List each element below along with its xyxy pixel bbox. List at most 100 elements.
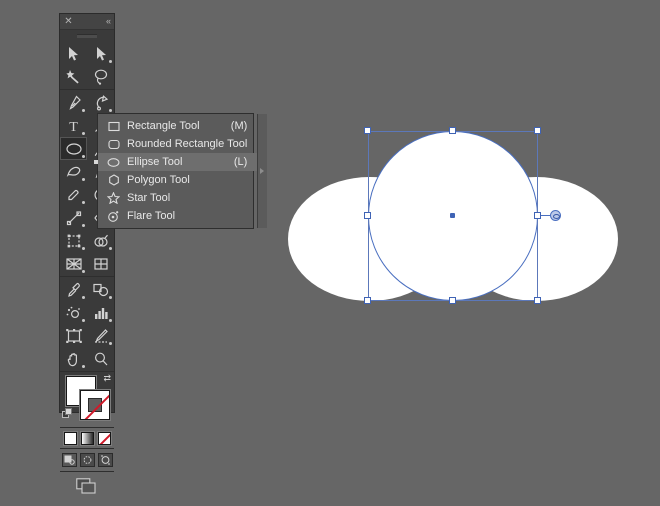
tool-row <box>60 229 114 252</box>
tool-ellipse[interactable] <box>60 137 87 160</box>
tool-row <box>60 42 114 65</box>
collapse-panel-icon[interactable]: « <box>106 15 111 28</box>
symbol-sprayer-tool-icon <box>66 306 80 318</box>
flyout-indicator <box>82 270 85 273</box>
tool-curvature[interactable] <box>87 91 114 114</box>
color-button[interactable] <box>63 432 77 445</box>
tool-direct-selection[interactable] <box>87 42 114 65</box>
tool-eyedropper[interactable] <box>60 278 87 301</box>
handle-middle-right[interactable] <box>534 212 541 219</box>
magic-wand-tool-icon <box>65 69 79 84</box>
flyout-item-label: Rounded Rectangle Tool <box>127 138 248 150</box>
shape-builder-tool-icon <box>93 234 108 247</box>
shape-tools-flyout[interactable]: Rectangle Tool (M) Rounded Rectangle Too… <box>94 113 268 229</box>
tool-slice[interactable] <box>87 324 114 347</box>
tool-row <box>60 65 114 88</box>
flyout-item-label: Ellipse Tool <box>127 156 183 168</box>
draw-inside-button[interactable] <box>97 453 113 467</box>
flyout-tear-off-strip[interactable] <box>257 114 268 228</box>
tool-lasso[interactable] <box>87 65 114 88</box>
handle-bottom-center[interactable] <box>449 297 456 304</box>
flyout-indicator <box>109 247 112 250</box>
tool-magic-wand[interactable] <box>60 65 87 88</box>
ellipse-resize-cursor <box>541 210 563 222</box>
curvature-tool-icon <box>96 94 108 111</box>
swap-fill-stroke-icon[interactable]: ⇄ <box>103 374 111 383</box>
none-button[interactable] <box>97 432 111 445</box>
draw-normal-icon <box>64 455 75 465</box>
flyout-indicator <box>109 296 112 299</box>
svg-text:T: T <box>69 120 78 134</box>
column-graph-tool-icon <box>94 307 108 319</box>
tool-perspective-grid[interactable] <box>60 252 87 275</box>
flyout-indicator <box>82 319 85 322</box>
handle-bottom-right[interactable] <box>534 297 541 304</box>
panel-drag-grip[interactable] <box>60 30 114 41</box>
flyout-indicator <box>82 296 85 299</box>
tool-zoom[interactable] <box>87 347 114 370</box>
tool-blend[interactable] <box>87 278 114 301</box>
star-icon <box>106 191 121 205</box>
close-icon[interactable]: ✕ <box>63 16 74 27</box>
flyout-item-star-tool[interactable]: Star Tool <box>98 189 257 207</box>
hand-tool-icon <box>67 352 77 366</box>
tool-eraser[interactable] <box>60 183 87 206</box>
draw-mode-buttons <box>60 449 114 472</box>
flyout-indicator <box>82 109 85 112</box>
draw-normal-button[interactable] <box>61 453 77 467</box>
tool-symbol-sprayer[interactable] <box>60 301 87 324</box>
flyout-indicator <box>82 132 85 135</box>
tool-artboard[interactable] <box>60 324 87 347</box>
tool-selection[interactable] <box>60 42 87 65</box>
default-fill-stroke-icon[interactable] <box>62 408 73 419</box>
tool-column-graph[interactable] <box>87 301 114 324</box>
flyout-item-ellipse-tool[interactable]: Ellipse Tool (L) <box>94 153 258 171</box>
change-screen-mode-button[interactable] <box>76 478 98 500</box>
handle-top-left[interactable] <box>364 127 371 134</box>
tool-shaper[interactable] <box>60 160 87 183</box>
flyout-item-shortcut: (M) <box>230 120 248 132</box>
flyout-item-flare-tool[interactable]: Flare Tool <box>98 207 257 225</box>
flyout-indicator <box>109 109 112 112</box>
flyout-indicator <box>109 60 112 63</box>
draw-behind-button[interactable] <box>79 453 95 467</box>
flyout-item-label: Rectangle Tool <box>127 120 200 132</box>
flyout-indicator <box>109 342 112 345</box>
type-tool-icon: T <box>69 120 78 134</box>
tools-panel-header[interactable]: ✕ « <box>60 14 114 30</box>
handle-middle-left[interactable] <box>364 212 371 219</box>
flyout-item-rounded-rectangle-tool[interactable]: Rounded Rectangle Tool <box>98 135 257 153</box>
shaper-tool-icon <box>66 166 80 177</box>
flyout-indicator <box>82 201 85 204</box>
tool-shape-builder[interactable] <box>87 229 114 252</box>
tool-pen[interactable] <box>60 91 87 114</box>
tool-row <box>60 278 114 301</box>
tool-mesh[interactable] <box>87 252 114 275</box>
stroke-swatch[interactable] <box>80 390 110 420</box>
flyout-indicator <box>82 247 85 250</box>
tool-row <box>60 347 114 370</box>
handle-top-center[interactable] <box>449 127 456 134</box>
direct-selection-tool-icon <box>97 46 106 60</box>
paint-mode-buttons <box>60 428 114 449</box>
tool-free-transform[interactable] <box>60 229 87 252</box>
flyout-item-label: Flare Tool <box>127 210 176 222</box>
current-tool-marker <box>94 160 98 164</box>
tool-row <box>60 252 114 275</box>
flyout-indicator <box>82 178 85 181</box>
flyout-item-polygon-tool[interactable]: Polygon Tool <box>98 171 257 189</box>
illustrator-window: ✕ « T ⇄ Rectangle Tool (M) Rounded Recta… <box>0 0 660 506</box>
flare-icon <box>106 209 121 223</box>
screen-mode-area <box>60 472 114 506</box>
handle-top-right[interactable] <box>534 127 541 134</box>
flyout-item-rectangle-tool[interactable]: Rectangle Tool (M) <box>98 117 257 135</box>
change-screen-mode-icon <box>76 478 96 494</box>
tool-type[interactable]: T <box>60 114 87 137</box>
gradient-button[interactable] <box>80 432 94 445</box>
handle-bottom-left[interactable] <box>364 297 371 304</box>
tool-hand[interactable] <box>60 347 87 370</box>
tool-scale[interactable] <box>60 206 87 229</box>
flyout-item-list: Rectangle Tool (M) Rounded Rectangle Too… <box>94 114 258 228</box>
cursor-ellipse-glyph <box>550 210 561 221</box>
tool-group-utility <box>60 277 114 372</box>
